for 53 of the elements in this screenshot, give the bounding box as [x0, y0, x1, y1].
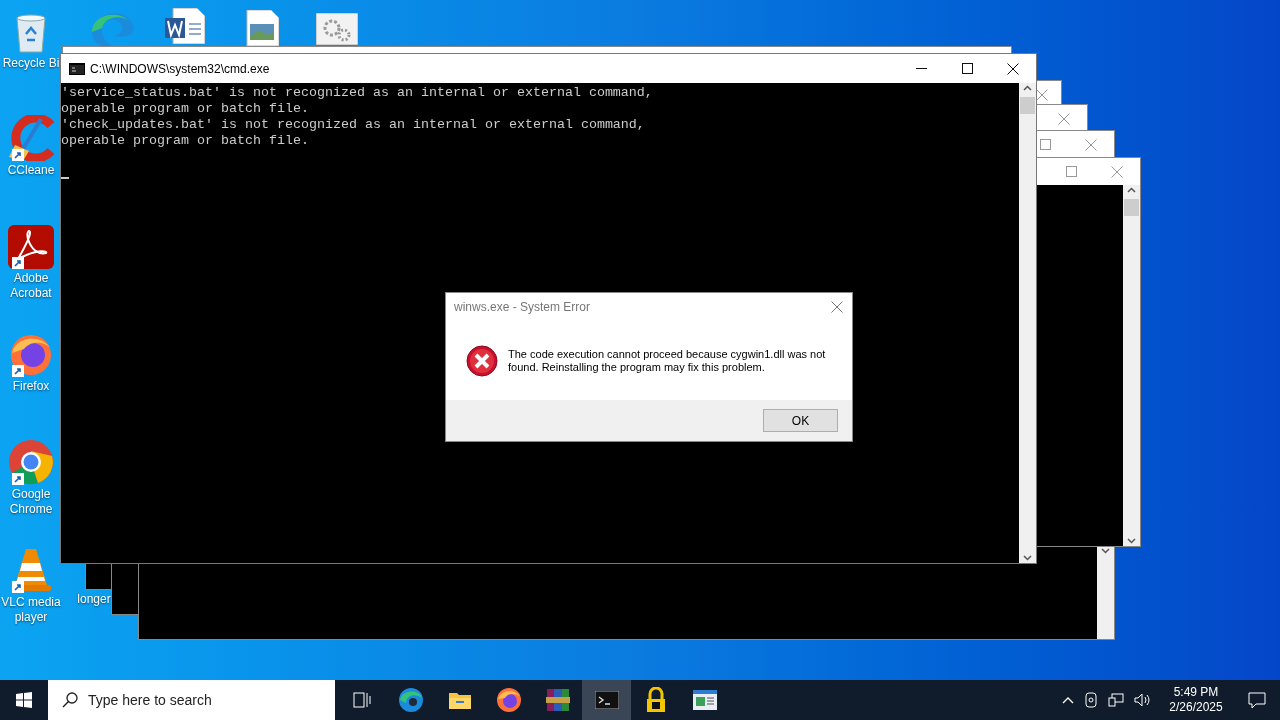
- scrollbar[interactable]: [1123, 185, 1140, 546]
- speaker-icon[interactable]: [1134, 693, 1152, 707]
- scroll-down-icon[interactable]: [1127, 538, 1136, 544]
- task-view-icon[interactable]: [352, 692, 371, 708]
- padlock-icon[interactable]: [645, 687, 666, 713]
- scrollbar[interactable]: [1097, 546, 1114, 639]
- firefox-icon[interactable]: [495, 687, 522, 713]
- edge-icon[interactable]: [397, 687, 424, 713]
- console-line: operable program or batch file.: [61, 133, 309, 149]
- error-icon: [466, 345, 498, 377]
- clock-date[interactable]: 2/26/2025: [1169, 700, 1223, 715]
- clock-time[interactable]: 5:49 PM: [1173, 685, 1219, 700]
- scroll-down-icon[interactable]: [1023, 555, 1032, 561]
- console-line: operable program or batch file.: [61, 101, 309, 117]
- scrollbar[interactable]: [1019, 83, 1036, 563]
- desktop-icon-label[interactable]: Recycle Bi: [0, 56, 62, 71]
- desktop-icon-label[interactable]: CCleane: [0, 163, 62, 178]
- folder-icon[interactable]: [447, 690, 472, 710]
- chrome-icon: [8, 439, 54, 485]
- speech-bubble-icon[interactable]: [1248, 691, 1266, 709]
- desktop-icon-label[interactable]: Firefox: [0, 379, 62, 394]
- scroll-up-icon[interactable]: [1023, 85, 1032, 91]
- close-icon[interactable]: [1007, 62, 1019, 75]
- scroll-up-icon[interactable]: [1127, 187, 1136, 193]
- console-icon[interactable]: [594, 691, 619, 709]
- ok-button[interactable]: OK: [763, 409, 838, 432]
- gears-icon: [316, 13, 358, 45]
- device-icon[interactable]: [1084, 692, 1098, 708]
- console-line: 'check_updates.bat' is not recognized as an internal or external command,: [61, 117, 645, 133]
- error-message: The code execution cannot proceed because cygwin1.dll was not found. Reinstalling the program may fix this problem.: [508, 348, 827, 374]
- desktop-icon-label[interactable]: longer: [76, 592, 112, 607]
- desktop-icon-label[interactable]: VLC media player: [0, 595, 62, 625]
- scroll-down-icon[interactable]: [1101, 548, 1110, 554]
- console-icon: [69, 62, 85, 75]
- search-icon: [62, 692, 78, 708]
- pdf-icon: [8, 225, 54, 269]
- chevron-up-icon[interactable]: [1062, 696, 1074, 704]
- scroll-thumb[interactable]: [1020, 97, 1035, 114]
- word-document-icon: [165, 8, 205, 44]
- text-cursor: [61, 177, 69, 179]
- application-window-icon[interactable]: [692, 690, 717, 710]
- search-field[interactable]: Type here to search: [48, 680, 335, 720]
- scroll-thumb[interactable]: [1124, 199, 1139, 216]
- maximize-icon[interactable]: [961, 63, 973, 74]
- dialog-title: winws.exe - System Error: [454, 299, 591, 316]
- desktop-icon-label[interactable]: Adobe Acrobat: [0, 271, 62, 301]
- books-icon[interactable]: [545, 687, 570, 713]
- traffic-cone-icon: [9, 547, 53, 593]
- network-icon[interactable]: [1108, 693, 1124, 707]
- desktop-icon-label[interactable]: Google Chrome: [0, 487, 62, 517]
- windows-logo-icon[interactable]: [16, 692, 32, 708]
- console-line: 'service_status.bat' is not recognized as an internal or external command,: [61, 85, 653, 101]
- window-title: C:\WINDOWS\system32\cmd.exe: [90, 60, 270, 78]
